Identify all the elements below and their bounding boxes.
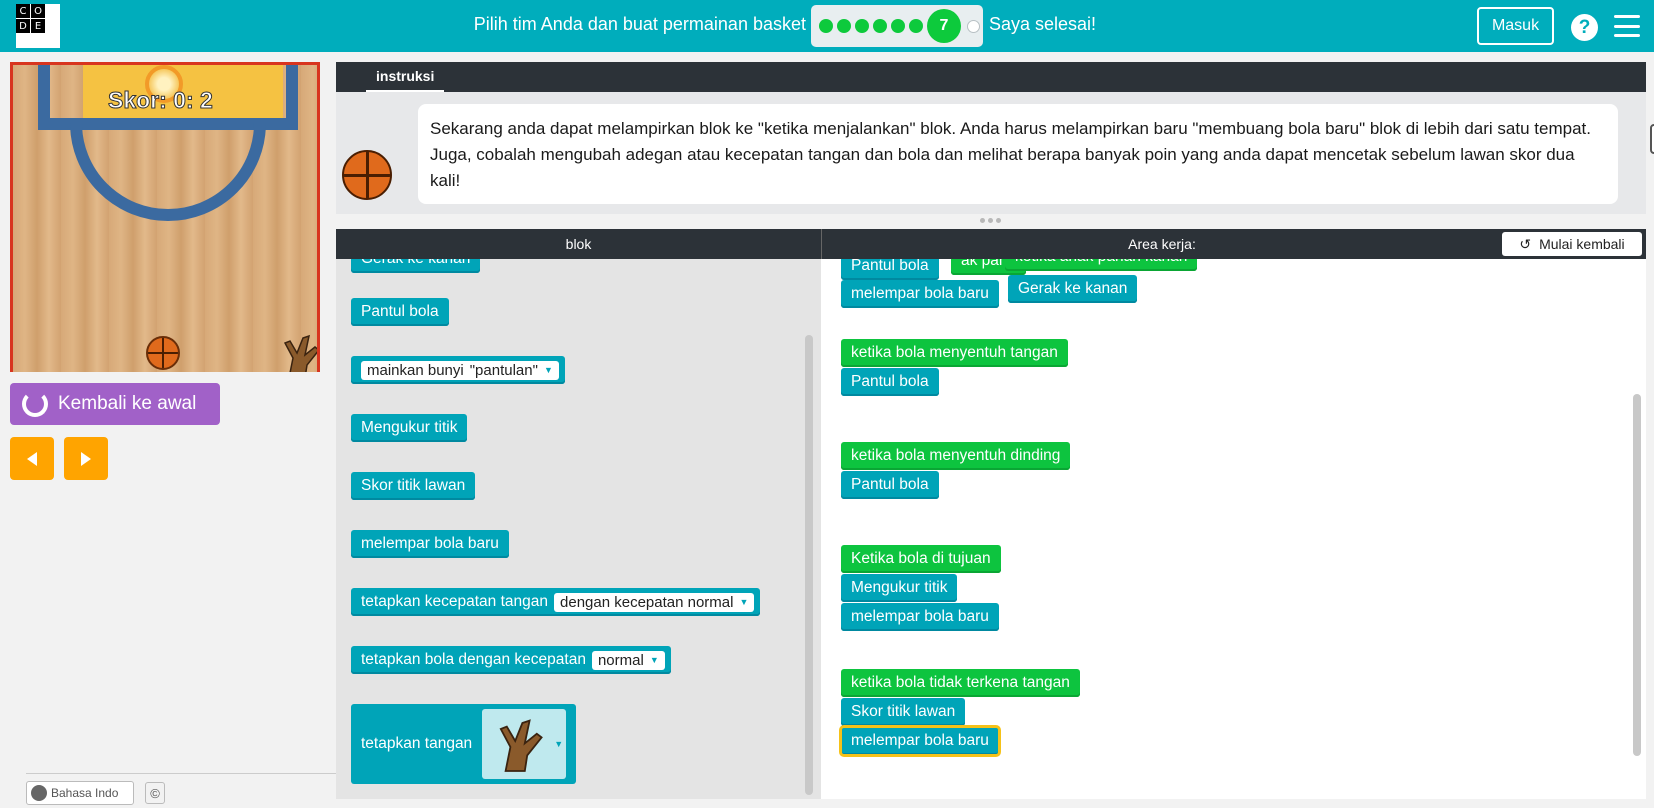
block-workspace[interactable]: ak pana ketika anak panah kanan Pantul b… <box>821 259 1646 799</box>
top-header: C O D E Pilih tim Anda dan buat permaina… <box>0 0 1654 52</box>
right-arrow-icon <box>81 451 91 466</box>
instructions-bubble: Sekarang anda dapat melampirkan blok ke … <box>418 104 1654 204</box>
instructions-text: Sekarang anda dapat melampirkan blok ke … <box>430 119 1591 190</box>
hand-image-dropdown[interactable]: ▼ <box>482 709 567 779</box>
event-block[interactable]: ketika anak panah kanan <box>1005 259 1198 271</box>
text-to-speech-button[interactable] <box>1650 124 1654 154</box>
progress-current-level[interactable]: 7 <box>927 9 961 43</box>
copyright-button[interactable]: © <box>145 782 165 804</box>
block-toolbox: Gerak ke kanan Pantul bola mainkan bunyi… <box>336 259 821 799</box>
toolbox-block[interactable]: melempar bola baru <box>351 530 509 558</box>
hamburger-menu-icon[interactable] <box>1614 15 1640 37</box>
toolbox-block[interactable]: tetapkan kecepatan tangan dengan kecepat… <box>351 588 761 616</box>
instructions-panel: Sekarang anda dapat melampirkan blok ke … <box>336 92 1654 214</box>
action-block[interactable]: Mengukur titik <box>841 574 958 602</box>
signin-button[interactable]: Masuk <box>1477 7 1554 45</box>
selected-action-block[interactable]: melempar bola baru <box>839 725 1001 757</box>
sound-dropdown[interactable]: mainkan bunyi "pantulan" ▼ <box>361 360 559 380</box>
logo-letter: O <box>31 4 45 18</box>
instructions-tabbar: instruksi <box>336 62 1646 92</box>
event-block[interactable]: Ketika bola di tujuan <box>841 545 1001 573</box>
action-block[interactable]: melempar bola baru <box>841 603 999 631</box>
toolbox-block[interactable]: Skor titik lawan <box>351 472 476 500</box>
ball-speed-label: tetapkan bola dengan kecepatan <box>361 651 586 668</box>
toolbox-block[interactable]: mainkan bunyi "pantulan" ▼ <box>351 356 565 384</box>
toolbox-block[interactable]: Mengukur titik <box>351 414 468 442</box>
toolbox-block[interactable]: tetapkan bola dengan kecepatan normal ▼ <box>351 646 671 674</box>
workspace-title: Area kerja: <box>1128 236 1196 252</box>
progress-dot-completed[interactable] <box>909 19 923 33</box>
logo-letter <box>46 19 60 33</box>
workspace-scrollbar[interactable] <box>1633 394 1641 756</box>
help-icon[interactable]: ? <box>1571 14 1598 41</box>
language-label: Bahasa Indo <box>51 786 119 800</box>
action-block[interactable]: Pantul bola <box>841 368 939 396</box>
sound-value: "pantulan" <box>469 361 538 379</box>
basketball-avatar-icon <box>342 150 392 200</box>
level-progress: 7 <box>811 5 983 47</box>
progress-dot-completed[interactable] <box>873 19 887 33</box>
event-block[interactable]: ketika bola menyentuh tangan <box>841 339 1068 367</box>
finish-link[interactable]: Saya selesai! <box>989 14 1096 35</box>
toolbox-block[interactable]: Pantul bola <box>351 298 449 326</box>
reset-label: Kembali ke awal <box>58 393 197 414</box>
hand-speed-dropdown[interactable]: dengan kecepatan normal ▼ <box>554 592 755 612</box>
basketball-sprite <box>146 336 180 370</box>
event-block[interactable]: ketika bola tidak terkena tangan <box>841 669 1080 697</box>
reset-icon <box>22 391 48 417</box>
toolbox-block[interactable]: tetapkan tangan ▼ <box>351 704 577 784</box>
logo-letter <box>46 4 60 18</box>
chevron-down-icon: ▼ <box>543 365 553 375</box>
hand-speed-value: dengan kecepatan normal <box>560 593 734 611</box>
logo-letter: D <box>16 19 30 33</box>
globe-icon <box>31 785 47 801</box>
hand-speed-label: tetapkan kecepatan tangan <box>361 593 549 610</box>
toolbox-title: blok <box>565 236 592 252</box>
progress-dot-completed[interactable] <box>837 19 851 33</box>
ball-speed-value: normal <box>597 651 644 669</box>
chevron-down-icon: ▼ <box>739 597 749 607</box>
toolbox-block[interactable]: Gerak ke kanan <box>351 259 481 273</box>
workspace-header: blok Area kerja: ↺ Mulai kembali <box>336 229 1646 259</box>
chevron-down-icon: ▼ <box>649 655 659 665</box>
level-title: Pilih tim Anda dan buat permainan basket <box>473 14 806 34</box>
game-stage[interactable]: Skor: 0: 2 <box>10 62 320 372</box>
chevron-down-icon: ▼ <box>554 739 564 749</box>
hand-sprite <box>283 334 317 372</box>
resize-grip[interactable] <box>980 218 1001 223</box>
toolbox-scrollbar[interactable] <box>805 335 813 795</box>
footer-divider <box>26 773 336 774</box>
ball-speed-dropdown[interactable]: normal ▼ <box>591 650 665 670</box>
right-arrow-button[interactable] <box>64 437 108 480</box>
action-block[interactable]: melempar bola baru <box>841 280 999 308</box>
logo-letter: C <box>16 4 30 18</box>
restart-label: Mulai kembali <box>1539 236 1625 252</box>
score-display: Skor: 0: 2 <box>108 87 214 114</box>
sound-block-label: mainkan bunyi <box>367 361 464 379</box>
reset-button[interactable]: Kembali ke awal <box>10 383 220 425</box>
progress-dot-completed[interactable] <box>891 19 905 33</box>
tab-instructions[interactable]: instruksi <box>366 68 445 92</box>
restart-icon: ↺ <box>1519 235 1532 252</box>
action-block[interactable]: Pantul bola <box>841 471 939 499</box>
left-arrow-icon <box>27 451 37 466</box>
logo-letter: E <box>31 19 45 33</box>
event-block[interactable]: ketika bola menyentuh dinding <box>841 442 1071 470</box>
action-block[interactable]: Gerak ke kanan <box>1008 275 1138 303</box>
left-arrow-button[interactable] <box>10 437 54 480</box>
progress-dot-completed[interactable] <box>855 19 869 33</box>
restart-button[interactable]: ↺ Mulai kembali <box>1502 232 1642 256</box>
progress-dot-completed[interactable] <box>819 19 833 33</box>
action-block[interactable]: Pantul bola <box>841 259 939 280</box>
progress-dot-remaining[interactable] <box>967 19 980 33</box>
hand-icon <box>499 719 544 772</box>
action-block[interactable]: Skor titik lawan <box>841 698 966 726</box>
code-org-logo[interactable]: C O D E <box>16 4 60 48</box>
set-hand-label: tetapkan tangan <box>361 735 473 752</box>
language-select[interactable]: Bahasa Indo <box>26 781 134 805</box>
